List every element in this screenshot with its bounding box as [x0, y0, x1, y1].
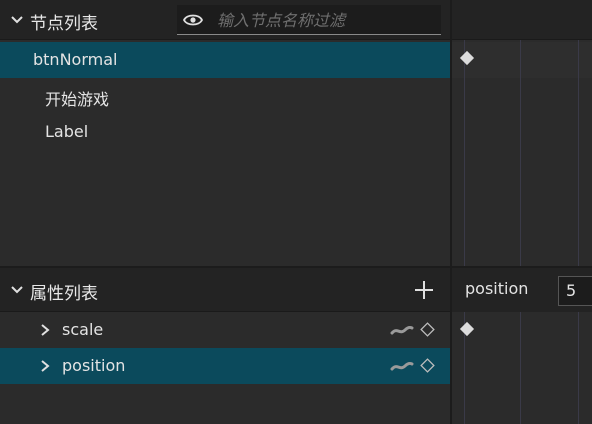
- node-list-header: 节点列表: [0, 0, 450, 40]
- timeline-gridline: [520, 312, 521, 424]
- node-item-start-game[interactable]: 开始游戏: [0, 78, 450, 114]
- timeline-ruler[interactable]: [452, 0, 592, 40]
- chevron-down-icon[interactable]: [9, 282, 25, 298]
- keyframe-diamond-icon[interactable]: [459, 321, 475, 337]
- chevron-right-icon[interactable]: [40, 324, 50, 336]
- node-item-label: btnNormal: [33, 50, 118, 69]
- property-item-label: scale: [62, 320, 104, 339]
- timeline-node-track[interactable]: [452, 42, 592, 78]
- property-item-scale[interactable]: scale: [0, 312, 450, 348]
- frame-input[interactable]: 5: [558, 276, 592, 306]
- chevron-right-icon[interactable]: [40, 360, 50, 372]
- property-row-actions: [390, 322, 435, 337]
- node-item-btnnormal[interactable]: btnNormal: [0, 42, 450, 78]
- timeline-gridline: [520, 40, 521, 268]
- property-row-actions: [390, 358, 435, 373]
- section-divider: [0, 266, 592, 268]
- property-item-label: position: [62, 356, 126, 375]
- left-panel: 节点列表 btnNormal 开始游戏 Label 属性列表 scale: [0, 0, 450, 424]
- timeline-gridline: [578, 40, 579, 268]
- node-item-label-node[interactable]: Label: [0, 114, 450, 150]
- timeline-gridline: [578, 312, 579, 424]
- node-list-title: 节点列表: [30, 14, 98, 34]
- property-list-title: 属性列表: [30, 284, 98, 304]
- chevron-down-icon[interactable]: [9, 12, 25, 28]
- property-item-position[interactable]: position: [0, 348, 450, 384]
- eye-icon[interactable]: [183, 12, 203, 28]
- node-item-label: Label: [45, 122, 89, 141]
- keyframe-diamond-icon[interactable]: [420, 322, 435, 337]
- node-filter-input[interactable]: [217, 7, 437, 33]
- keyframe-diamond-icon[interactable]: [420, 358, 435, 373]
- timeline-gridline: [464, 40, 465, 268]
- curve-icon[interactable]: [390, 325, 414, 335]
- plus-icon[interactable]: [413, 279, 435, 301]
- timeline-property-label: position: [465, 279, 529, 298]
- timeline-panel: position 5: [452, 0, 592, 424]
- node-item-label: 开始游戏: [45, 90, 110, 109]
- curve-icon[interactable]: [390, 361, 414, 371]
- property-list-header: 属性列表: [0, 268, 450, 312]
- node-filter[interactable]: [177, 5, 441, 35]
